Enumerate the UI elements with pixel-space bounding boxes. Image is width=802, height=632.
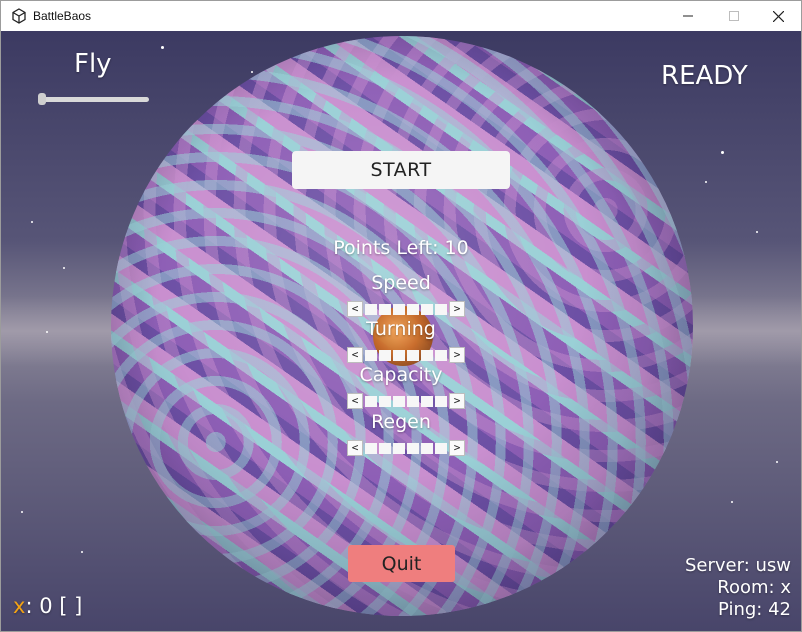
stat-pip [407,442,419,454]
minimize-icon [683,15,693,17]
stat-pip [379,442,391,454]
star [705,181,707,183]
turning-increase-button[interactable]: > [449,347,465,363]
ping-label: Ping: 42 [718,599,791,620]
stat-pip [365,442,377,454]
close-icon [772,10,784,22]
capacity-increase-button[interactable]: > [449,393,465,409]
stat-pip [421,349,433,361]
star [81,551,83,553]
star [721,151,724,154]
star [756,231,758,233]
points-left-label: Points Left: 10 [333,237,469,259]
stat-pip [365,303,377,315]
star [31,221,33,223]
stat-pip [379,303,391,315]
stat-pip [421,303,433,315]
regen-increase-button[interactable]: > [449,440,465,456]
capacity-decrease-button[interactable]: < [347,393,363,409]
star [731,501,733,503]
window-title: BattleBaos [33,9,92,23]
regen-label: Regen [371,411,431,433]
regen-stat-row: < > [347,440,465,456]
star [63,267,65,269]
status-label: READY [661,61,748,91]
stat-pip [365,349,377,361]
turning-decrease-button[interactable]: < [347,347,363,363]
score-value: : 0 [ ] [25,594,83,618]
maximize-button[interactable] [711,1,757,31]
speed-label: Speed [371,272,431,294]
fly-slider-handle[interactable] [38,93,46,105]
star [776,461,778,463]
stat-pip [393,303,405,315]
stat-pip [421,442,433,454]
fly-slider-track[interactable] [41,97,149,102]
score-display: x: 0 [ ] [13,594,82,618]
stat-pip [407,303,419,315]
fly-label: Fly [74,49,112,79]
unity-app-icon [12,8,26,24]
capacity-stat-row: < > [347,393,465,409]
game-window: BattleBaos Fly READY START Points Left: … [0,0,802,632]
title-bar[interactable]: BattleBaos [1,1,801,31]
star [21,511,23,513]
room-label: Room: x [717,577,791,598]
stat-pip [435,395,447,407]
stat-pip [421,395,433,407]
regen-decrease-button[interactable]: < [347,440,363,456]
stat-pip [407,349,419,361]
stat-pip [435,303,447,315]
stat-pip [407,395,419,407]
stat-pip [393,442,405,454]
stat-pip [365,395,377,407]
capacity-label: Capacity [359,364,443,386]
stat-pip [379,349,391,361]
capacity-pips [365,395,447,407]
server-label: Server: usw [684,555,791,576]
stat-pip [379,395,391,407]
quit-button[interactable]: Quit [348,545,455,582]
turning-stat-row: < > [347,347,465,363]
turning-pips [365,349,447,361]
game-viewport[interactable]: Fly READY START Points Left: 10 Speed < … [1,31,801,631]
minimize-button[interactable] [665,1,711,31]
speed-stat-row: < > [347,301,465,317]
stat-pip [393,395,405,407]
maximize-icon [729,11,739,21]
speed-increase-button[interactable]: > [449,301,465,317]
speed-decrease-button[interactable]: < [347,301,363,317]
regen-pips [365,442,447,454]
close-button[interactable] [755,1,801,31]
speed-pips [365,303,447,315]
turning-label: Turning [366,318,436,340]
stat-pip [435,349,447,361]
stat-pip [435,442,447,454]
start-button[interactable]: START [292,151,510,189]
stat-pip [393,349,405,361]
score-key: x [13,594,26,618]
